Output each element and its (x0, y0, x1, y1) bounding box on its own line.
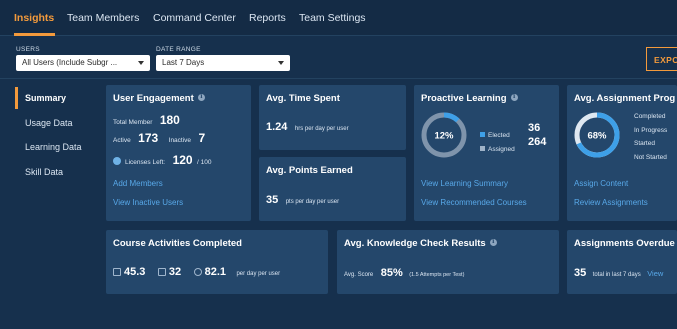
users-filter-label: USERS (16, 46, 40, 53)
info-icon (510, 93, 518, 101)
book-icon (157, 268, 166, 276)
assignment-progress-title: Avg. Assignment Prog (574, 93, 676, 104)
divider (0, 78, 677, 79)
chevron-down-icon (138, 61, 144, 65)
date-range-value: Last 7 Days (162, 58, 205, 67)
points-earned-title: Avg. Points Earned (266, 165, 353, 176)
knowledge-check-card: Avg. Knowledge Check Results Avg. Score … (337, 230, 559, 294)
view-inactive-users-link[interactable]: View Inactive Users (113, 198, 183, 207)
licenses-left: Licenses Left: 120 / 100 (113, 151, 212, 169)
tab-reports[interactable]: Reports (249, 12, 286, 24)
knowledge-check-values: Avg. Score 85% (1.5 Attempts per Test) (344, 267, 465, 279)
active-tab-indicator (14, 33, 55, 36)
globe-icon (113, 157, 121, 165)
video-icon (113, 268, 121, 276)
tab-insights[interactable]: Insights (14, 12, 54, 24)
tab-team-settings[interactable]: Team Settings (299, 12, 366, 24)
sidebar-active-indicator (15, 87, 18, 109)
assigned-value: 264 (528, 136, 547, 148)
active-inactive: Active 173 Inactive 7 (113, 131, 206, 145)
sidebar-item-usage-data[interactable]: Usage Data (25, 118, 73, 128)
legend-not-started: Not Started (634, 154, 667, 161)
legend-completed: Completed (634, 113, 666, 120)
assignments-overdue-title: Assignments Overdue (574, 238, 675, 249)
proactive-learning-title: Proactive Learning (421, 93, 518, 104)
users-select-value: All Users (Include Subgr ... (22, 58, 118, 67)
time-spent-card: Avg. Time Spent 1.24 hrs per day per use… (259, 85, 406, 150)
date-range-select[interactable]: Last 7 Days (156, 55, 290, 71)
course-activities-card: Course Activities Completed 45.3 32 82.1… (106, 230, 328, 294)
legend-in-progress: In Progress (634, 127, 668, 134)
proactive-learning-card: Proactive Learning 12% Elected 36 Assign… (414, 85, 559, 221)
assigned-swatch (480, 146, 485, 151)
info-icon (197, 93, 205, 101)
view-overdue-link[interactable]: View (647, 269, 663, 278)
assign-content-link[interactable]: Assign Content (574, 179, 628, 188)
time-spent-title: Avg. Time Spent (266, 93, 340, 104)
review-assignments-link[interactable]: Review Assignments (574, 198, 648, 207)
quiz-icon (193, 268, 202, 276)
sidebar-item-skill-data[interactable]: Skill Data (25, 167, 63, 177)
add-members-link[interactable]: Add Members (113, 179, 163, 188)
course-activities-title: Course Activities Completed (113, 238, 242, 249)
knowledge-check-title: Avg. Knowledge Check Results (344, 238, 497, 249)
tab-command-center[interactable]: Command Center (153, 12, 236, 24)
user-engagement-title: User Engagement (113, 93, 205, 104)
user-engagement-card: User Engagement Total Member 180 Active … (106, 85, 251, 221)
view-learning-summary-link[interactable]: View Learning Summary (421, 179, 508, 188)
proactive-donut: 12% (421, 112, 467, 158)
view-recommended-courses-link[interactable]: View Recommended Courses (421, 198, 527, 207)
time-spent-value: 1.24 hrs per day per user (266, 121, 349, 133)
assigned-legend: Assigned (480, 138, 515, 156)
assignment-donut: 68% (574, 112, 620, 158)
top-nav: Insights Team Members Command Center Rep… (0, 0, 677, 36)
sidebar-item-summary[interactable]: Summary (25, 93, 66, 103)
legend-started: Started (634, 140, 655, 147)
points-earned-value: 35 pts per day per user (266, 194, 340, 206)
assignments-overdue-values: 35 total in last 7 days View (574, 267, 664, 279)
course-activities-values: 45.3 32 82.1 per day per user (113, 262, 280, 280)
elected-swatch (480, 132, 485, 137)
assignments-overdue-card: Assignments Overdue 35 total in last 7 d… (567, 230, 677, 294)
tab-team-members[interactable]: Team Members (67, 12, 139, 24)
elected-value: 36 (528, 122, 541, 134)
sidebar-item-learning-data[interactable]: Learning Data (25, 142, 82, 152)
export-button[interactable]: EXPO (646, 47, 677, 71)
assignment-progress-card: Avg. Assignment Prog 68% Completed In Pr… (567, 85, 677, 221)
donut-percent-label: 68% (587, 131, 607, 142)
donut-percent-label: 12% (434, 131, 454, 142)
info-icon (489, 238, 497, 246)
chevron-down-icon (278, 61, 284, 65)
date-range-label: DATE RANGE (156, 46, 201, 53)
points-earned-card: Avg. Points Earned 35 pts per day per us… (259, 157, 406, 221)
total-members: Total Member 180 (113, 113, 180, 127)
users-select[interactable]: All Users (Include Subgr ... (16, 55, 150, 71)
